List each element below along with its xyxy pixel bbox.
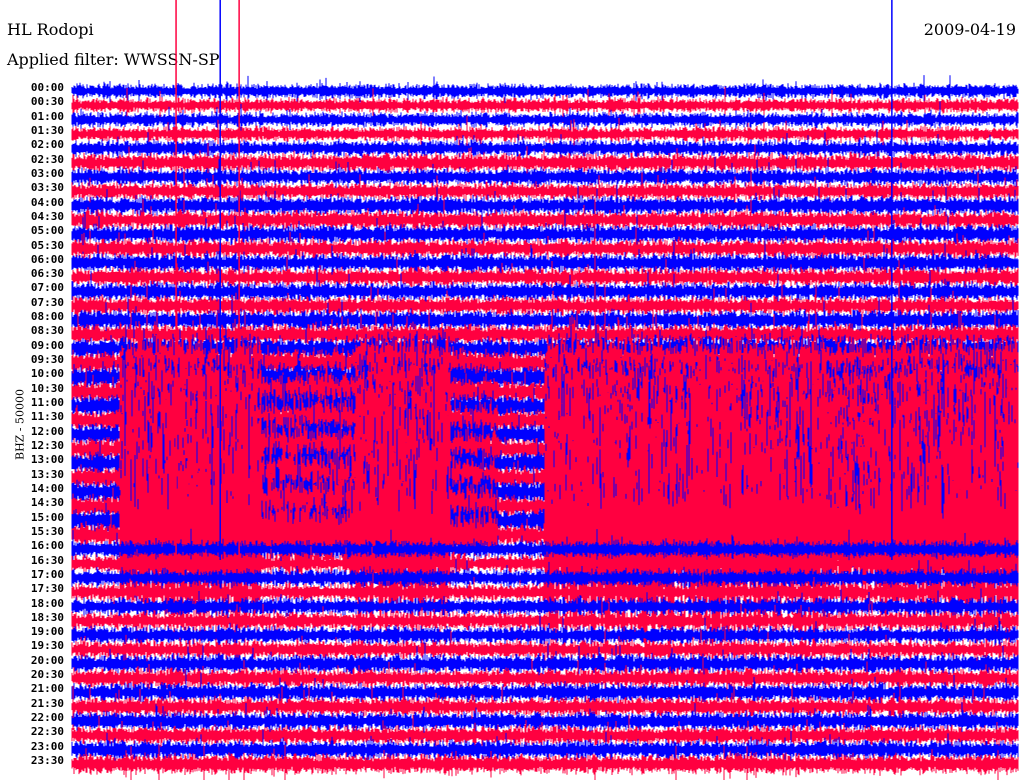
helicorder-plot	[71, 0, 1019, 780]
